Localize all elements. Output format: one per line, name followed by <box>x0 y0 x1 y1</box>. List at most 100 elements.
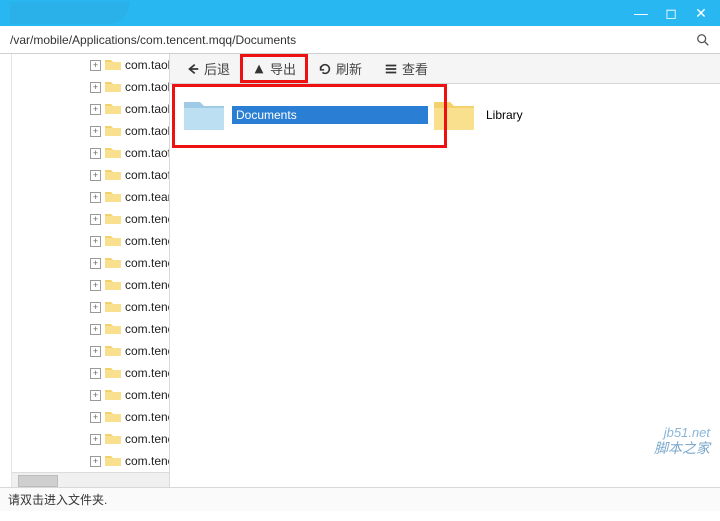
titlebar-accent <box>10 2 130 24</box>
expand-icon[interactable]: + <box>90 170 101 181</box>
maximize-button[interactable]: ◻ <box>656 3 686 23</box>
tree-node[interactable]: + com.taof <box>12 142 169 164</box>
search-icon[interactable] <box>692 29 714 51</box>
expand-icon[interactable]: + <box>90 368 101 379</box>
folder-icon <box>105 322 121 336</box>
folder-item[interactable]: Documents <box>178 92 428 138</box>
scrollbar-thumb[interactable] <box>18 475 58 487</box>
expand-icon[interactable]: + <box>90 104 101 115</box>
tree-node-label: com.tenc <box>125 432 170 446</box>
folder-icon <box>105 168 121 182</box>
tree-node[interactable]: + com.tenc <box>12 230 169 252</box>
expand-icon[interactable]: + <box>90 126 101 137</box>
expand-icon[interactable]: + <box>90 456 101 467</box>
back-button[interactable]: 后退 <box>176 56 240 81</box>
tree-node-label: com.tenc <box>125 344 170 358</box>
expand-icon[interactable]: + <box>90 390 101 401</box>
tree-node-label: com.taof <box>125 168 170 182</box>
expand-icon[interactable]: + <box>90 434 101 445</box>
address-path[interactable]: /var/mobile/Applications/com.tencent.mqq… <box>6 31 692 49</box>
close-button[interactable]: ✕ <box>686 3 716 23</box>
folder-icon <box>432 96 476 134</box>
tree-node-label: com.tenc <box>125 454 170 468</box>
tree-node[interactable]: + com.taob <box>12 98 169 120</box>
folder-icon <box>105 388 121 402</box>
folder-icon <box>105 190 121 204</box>
expand-icon[interactable]: + <box>90 346 101 357</box>
folder-icon <box>105 124 121 138</box>
expand-icon[interactable]: + <box>90 60 101 71</box>
folder-icon <box>105 454 121 468</box>
folder-icon <box>105 410 121 424</box>
tree-node[interactable]: + com.tean <box>12 186 169 208</box>
tree-node-label: com.tenc <box>125 366 170 380</box>
refresh-icon <box>318 62 332 76</box>
expand-icon[interactable]: + <box>90 324 101 335</box>
view-label: 查看 <box>402 59 428 78</box>
view-button[interactable]: 查看 <box>374 56 438 81</box>
tree-node-label: com.taob <box>125 102 170 116</box>
expand-icon[interactable]: + <box>90 302 101 313</box>
tree-node[interactable]: +com.tenc <box>12 208 169 230</box>
export-label: 导出 <box>270 59 296 78</box>
folder-icon <box>105 278 121 292</box>
tree-node-label: com.taob <box>125 58 170 72</box>
tree-node-label: com.tenc <box>125 300 170 314</box>
status-bar: 请双击进入文件夹. <box>0 487 720 511</box>
tree-node[interactable]: + com.tenc <box>12 362 169 384</box>
tree-node-label: com.tenc <box>125 234 170 248</box>
tree-node[interactable]: + com.tenc <box>12 428 169 450</box>
minimize-button[interactable]: — <box>626 3 656 23</box>
tree-node[interactable]: + com.tenc <box>12 340 169 362</box>
tree-node-label: com.tenc <box>125 278 170 292</box>
folder-icon <box>105 432 121 446</box>
tree-node[interactable]: +com.taob <box>12 76 169 98</box>
tree-node[interactable]: + com.tenc <box>12 450 169 472</box>
folder-item[interactable]: Library <box>428 92 678 138</box>
refresh-label: 刷新 <box>336 59 362 78</box>
tree-node-label: com.tenc <box>125 388 170 402</box>
tree-node[interactable]: + com.tenc <box>12 296 169 318</box>
tree-node-label: com.tean <box>125 190 170 204</box>
left-gutter <box>0 54 12 487</box>
folder-label: Library <box>482 106 678 124</box>
expand-icon[interactable]: + <box>90 82 101 93</box>
folder-icon <box>105 344 121 358</box>
expand-icon[interactable]: + <box>90 148 101 159</box>
folder-icon <box>105 366 121 380</box>
tree-node-label: com.tenc <box>125 410 170 424</box>
folder-icon <box>105 146 121 160</box>
tree-h-scrollbar[interactable] <box>12 472 169 487</box>
tree-node[interactable]: +com.taob <box>12 120 169 142</box>
folder-icon <box>105 80 121 94</box>
folder-icon <box>105 102 121 116</box>
tree-node[interactable]: +com.tenc <box>12 252 169 274</box>
folder-icon <box>105 300 121 314</box>
tree-node-label: com.taof <box>125 146 170 160</box>
titlebar: — ◻ ✕ <box>0 0 720 26</box>
toolbar: 后退 导出 刷新 查看 <box>170 54 720 84</box>
expand-icon[interactable]: + <box>90 258 101 269</box>
tree-node[interactable]: + com.tenc <box>12 318 169 340</box>
tree-node[interactable]: + com.taob <box>12 54 169 76</box>
back-label: 后退 <box>204 59 230 78</box>
folder-icon <box>105 212 121 226</box>
export-button[interactable]: 导出 <box>242 56 306 81</box>
expand-icon[interactable]: + <box>90 280 101 291</box>
tree-node[interactable]: + com.taof <box>12 164 169 186</box>
expand-icon[interactable]: + <box>90 236 101 247</box>
tree-node-label: com.tenc <box>125 322 170 336</box>
expand-icon[interactable]: + <box>90 214 101 225</box>
expand-icon[interactable]: + <box>90 412 101 423</box>
file-area[interactable]: Documents Library <box>170 84 720 487</box>
folder-tree[interactable]: +com.taob+com.taob+com.taob+com.taob+com… <box>12 54 170 487</box>
tree-node[interactable]: + com.tenc <box>12 274 169 296</box>
tree-node[interactable]: + com.tenc <box>12 384 169 406</box>
tree-node[interactable]: + com.tenc <box>12 406 169 428</box>
back-icon <box>186 62 200 76</box>
refresh-button[interactable]: 刷新 <box>308 56 372 81</box>
export-icon <box>252 62 266 76</box>
folder-icon <box>105 58 121 72</box>
expand-icon[interactable]: + <box>90 192 101 203</box>
content-pane: 后退 导出 刷新 查看 DocumentsLi <box>170 54 720 487</box>
